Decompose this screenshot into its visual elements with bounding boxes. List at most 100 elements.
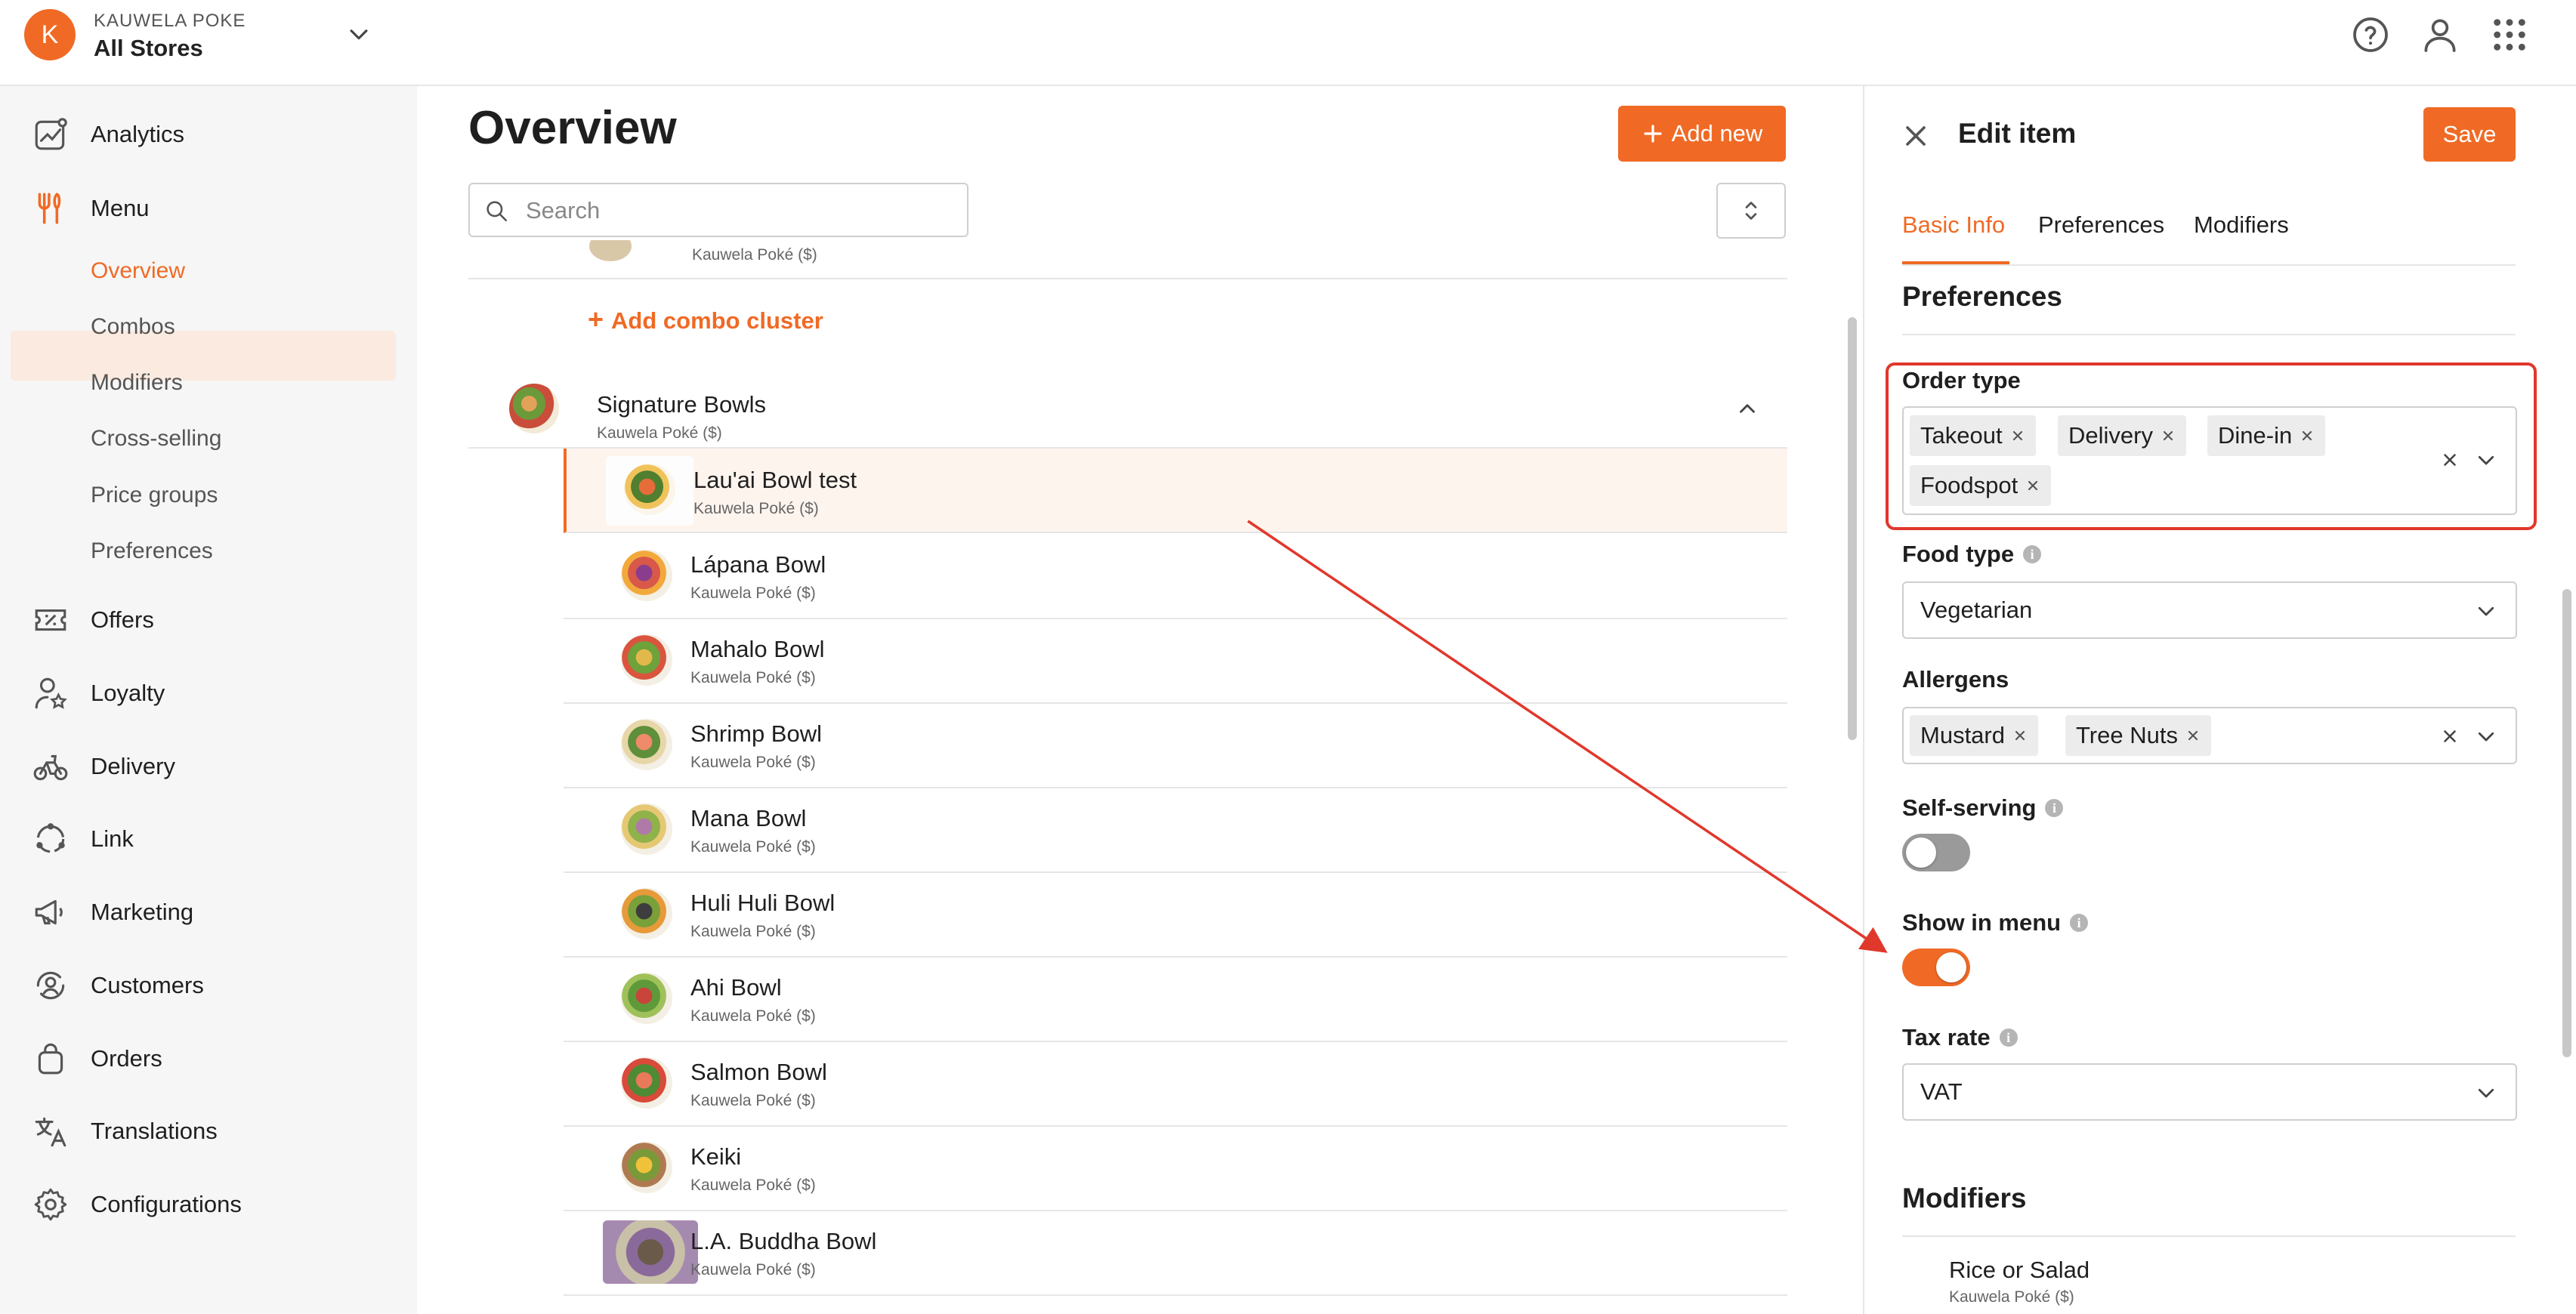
add-combo-cluster-label: Add combo cluster — [611, 307, 823, 334]
sidebar-item-label: Orders — [91, 1045, 162, 1072]
sidebar-subitem-modifiers[interactable]: Modifiers — [91, 370, 183, 396]
list-item[interactable]: Kauwela Poké ($) — [468, 240, 1787, 279]
chip-mustard: Mustard — [1910, 715, 2038, 756]
tab-basic-info[interactable]: Basic Info — [1902, 211, 2005, 239]
table-row[interactable]: Mana Bowl Kauwela Poké ($) — [564, 787, 1787, 873]
sidebar-subitem-combos[interactable]: Combos — [91, 314, 175, 340]
tax-rate-select[interactable]: VAT — [1902, 1063, 2517, 1121]
sidebar-item-analytics[interactable]: Analytics — [0, 107, 417, 162]
sort-toggle-button[interactable] — [1716, 183, 1786, 239]
sidebar-item-loyalty[interactable]: Loyalty — [0, 666, 417, 720]
table-row[interactable]: Huli Huli Bowl Kauwela Poké ($) — [564, 871, 1787, 958]
item-thumbnail — [621, 1142, 672, 1193]
item-sub: Kauwela Poké ($) — [690, 1177, 816, 1194]
sidebar-item-offers[interactable]: Offers — [0, 593, 417, 647]
show-in-menu-toggle[interactable] — [1902, 948, 1970, 986]
allergens-label: Allergens — [1902, 666, 2009, 693]
item-thumbnail — [621, 550, 672, 601]
allergens-multiselect[interactable]: Mustard Tree Nuts — [1902, 707, 2517, 764]
self-serving-label-text: Self-serving — [1902, 794, 2037, 821]
table-row[interactable]: Salmon Bowl Kauwela Poké ($) — [564, 1041, 1787, 1127]
chevron-down-icon[interactable] — [346, 21, 372, 47]
modifier-item-name[interactable]: Rice or Salad — [1949, 1257, 2090, 1284]
group-row-signature-bowls[interactable]: Signature Bowls Kauwela Poké ($) — [468, 369, 1787, 449]
clear-all-icon[interactable] — [2440, 726, 2460, 746]
tab-preferences[interactable]: Preferences — [2038, 211, 2164, 239]
chevron-down-icon — [2478, 1088, 2494, 1098]
food-type-select[interactable]: Vegetarian — [1902, 581, 2517, 639]
chevron-down-icon[interactable] — [2475, 725, 2497, 748]
sidebar-subitem-cross-selling[interactable]: Cross-selling — [91, 426, 221, 452]
table-row[interactable]: Lápana Bowl Kauwela Poké ($) — [564, 533, 1787, 619]
sidebar-subitem-price-groups[interactable]: Price groups — [91, 483, 218, 508]
sidebar-item-link[interactable]: Link — [0, 812, 417, 866]
sidebar-item-configurations[interactable]: Configurations — [0, 1177, 417, 1232]
section-divider — [1902, 1235, 2516, 1237]
table-row[interactable]: Shrimp Bowl Kauwela Poké ($) — [564, 702, 1787, 788]
sidebar-item-orders[interactable]: Orders — [0, 1032, 417, 1086]
item-sub: Kauwela Poké ($) — [690, 669, 816, 686]
close-icon[interactable] — [1899, 119, 1932, 153]
remove-chip-icon[interactable] — [2012, 728, 2028, 743]
info-icon[interactable]: i — [1999, 1029, 2018, 1047]
allergens-label-text: Allergens — [1902, 666, 2009, 692]
table-row[interactable]: Keiki Kauwela Poké ($) — [564, 1125, 1787, 1211]
list-scrollbar[interactable] — [1848, 317, 1857, 740]
megaphone-icon — [35, 899, 63, 925]
store-avatar[interactable]: K — [24, 9, 76, 60]
analytics-icon — [35, 118, 67, 150]
store-selector-label[interactable]: All Stores — [94, 35, 203, 62]
tab-modifiers[interactable]: Modifiers — [2194, 211, 2289, 239]
sidebar-item-label: Configurations — [91, 1191, 242, 1217]
help-icon[interactable] — [2349, 14, 2392, 56]
item-name: Mana Bowl — [690, 805, 807, 831]
user-icon[interactable] — [2419, 14, 2461, 56]
info-icon[interactable]: i — [2023, 545, 2042, 563]
self-serving-toggle[interactable] — [1902, 834, 1970, 871]
table-row[interactable]: Mahalo Bowl Kauwela Poké ($) — [564, 618, 1787, 704]
sidebar-item-marketing[interactable]: Marketing — [0, 885, 417, 939]
sidebar-item-customers[interactable]: Customers — [0, 958, 417, 1013]
show-in-menu-label-text: Show in menu — [1902, 909, 2062, 936]
sidebar-item-translations[interactable]: Translations — [0, 1104, 417, 1158]
search-input[interactable] — [524, 195, 950, 227]
add-new-button[interactable]: Add new — [1618, 106, 1786, 162]
table-row[interactable]: L.A. Buddha Bowl Kauwela Poké ($) — [564, 1210, 1787, 1296]
info-icon[interactable]: i — [2070, 914, 2089, 932]
item-name: Salmon Bowl — [690, 1059, 827, 1085]
modifier-item-sub: Kauwela Poké ($) — [1949, 1288, 2074, 1306]
item-name: Shrimp Bowl — [690, 720, 822, 747]
panel-scrollbar[interactable] — [2562, 589, 2571, 1057]
tax-rate-value: VAT — [1920, 1078, 1963, 1105]
customers-icon — [36, 971, 65, 1000]
item-sub: Kauwela Poké ($) — [693, 500, 819, 517]
sidebar-item-label: Link — [91, 825, 134, 852]
sidebar-subitem-preferences[interactable]: Preferences — [91, 538, 213, 564]
item-sub: Kauwela Poké ($) — [690, 923, 816, 940]
item-name: Lápana Bowl — [690, 551, 826, 578]
info-icon[interactable]: i — [2045, 799, 2064, 817]
plus-icon — [1644, 125, 1662, 143]
chip-label: Tree Nuts — [2076, 722, 2178, 748]
apps-grid-icon[interactable] — [2488, 14, 2531, 56]
item-thumbnail — [603, 1220, 698, 1284]
item-thumbnail — [621, 1057, 672, 1109]
chevron-up-icon[interactable] — [1734, 396, 1760, 421]
add-combo-cluster-link[interactable]: + Add combo cluster — [588, 304, 823, 335]
search-field[interactable] — [468, 183, 968, 237]
save-button[interactable]: Save — [2423, 107, 2516, 162]
link-cycle-icon — [36, 823, 65, 853]
sidebar-subitem-overview[interactable]: Overview — [91, 258, 185, 284]
self-serving-label: Self-serving i — [1902, 794, 2064, 822]
table-row[interactable]: Lau'ai Bowl test Kauwela Poké ($) — [564, 449, 1787, 533]
group-name: Signature Bowls — [597, 391, 767, 418]
item-sub: Kauwela Poké ($) — [690, 838, 816, 856]
show-in-menu-label: Show in menu i — [1902, 909, 2089, 936]
item-thumbnail — [621, 634, 672, 686]
remove-chip-icon[interactable] — [2185, 728, 2201, 743]
sidebar-item-delivery[interactable]: Delivery — [0, 739, 417, 794]
sidebar-item-menu[interactable]: Menu — [0, 181, 417, 236]
modifiers-heading: Modifiers — [1902, 1183, 2027, 1214]
ticket-icon — [35, 609, 66, 631]
table-row[interactable]: Ahi Bowl Kauwela Poké ($) — [564, 956, 1787, 1042]
